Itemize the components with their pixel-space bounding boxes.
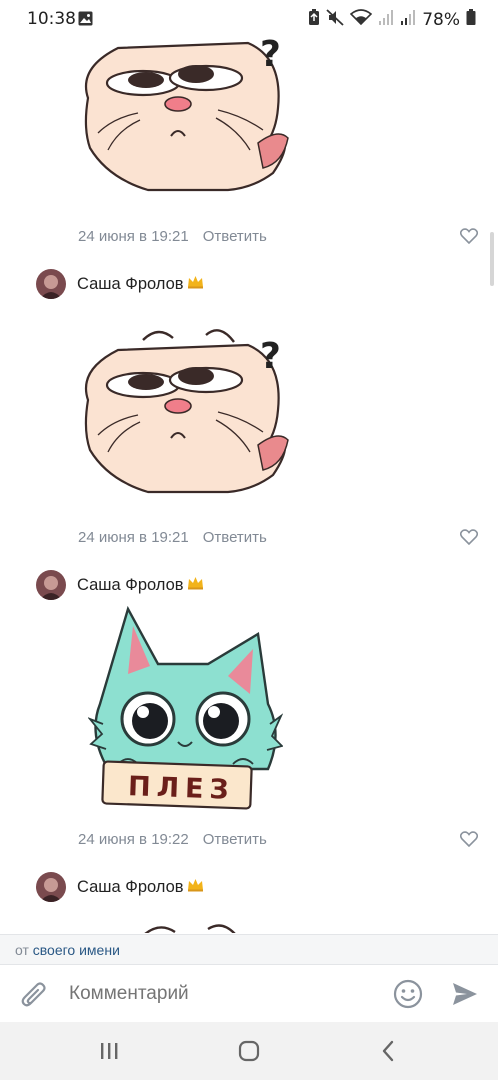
status-time: 10:38 bbox=[27, 9, 76, 29]
mute-icon bbox=[326, 9, 344, 31]
comment-meta: 24 июня в 19:22 Ответить bbox=[78, 831, 267, 848]
svg-text:?: ? bbox=[260, 336, 281, 377]
heart-icon[interactable] bbox=[460, 228, 478, 244]
author-name[interactable]: Саша Фролов bbox=[77, 275, 184, 294]
author-name[interactable]: Саша Фролов bbox=[77, 878, 184, 897]
reply-link[interactable]: Ответить bbox=[203, 831, 267, 848]
recent-apps-icon[interactable] bbox=[99, 1041, 119, 1061]
status-bar: 10:38 78% bbox=[0, 0, 498, 38]
post-as-link[interactable]: своего имени bbox=[33, 942, 120, 958]
paperclip-icon[interactable] bbox=[20, 980, 48, 1010]
comment-date: 24 июня в 19:22 bbox=[78, 831, 189, 848]
comment-author[interactable]: Саша Фролов bbox=[36, 269, 204, 299]
comment-author[interactable]: Саша Фролов bbox=[36, 872, 204, 902]
home-icon[interactable] bbox=[238, 1040, 260, 1062]
comment-date: 24 июня в 19:21 bbox=[78, 529, 189, 546]
system-nav-bar bbox=[0, 1022, 498, 1080]
post-as-bar[interactable]: от своего имени bbox=[0, 934, 498, 965]
heart-icon[interactable] bbox=[460, 831, 478, 847]
reply-link[interactable]: Ответить bbox=[203, 228, 267, 245]
post-as-prefix: от bbox=[15, 942, 29, 958]
comment-author[interactable]: Саша Фролов bbox=[36, 570, 204, 600]
comments-feed[interactable]: ? 24 июня в 19:21 Ответить Саша Фролов ?… bbox=[0, 38, 498, 933]
avatar[interactable] bbox=[36, 269, 66, 299]
crown-icon bbox=[187, 878, 204, 897]
battery-saver-icon bbox=[308, 9, 320, 31]
signal-1-icon bbox=[378, 9, 394, 31]
sticker-caption: ПЛЕЗ bbox=[127, 771, 236, 806]
signal-2-icon bbox=[400, 9, 416, 31]
comment-input[interactable] bbox=[69, 983, 369, 1005]
crown-icon bbox=[187, 576, 204, 595]
avatar[interactable] bbox=[36, 570, 66, 600]
reply-link[interactable]: Ответить bbox=[203, 529, 267, 546]
gallery-notification-icon bbox=[78, 11, 93, 31]
battery-icon bbox=[466, 9, 476, 31]
battery-percent: 78% bbox=[422, 10, 460, 30]
comment-date: 24 июня в 19:21 bbox=[78, 228, 189, 245]
send-icon[interactable] bbox=[451, 980, 479, 1008]
comment-composer bbox=[0, 964, 498, 1023]
confused-cat-sticker: ? bbox=[84, 38, 289, 192]
confused-cat-sticker: ? bbox=[84, 329, 289, 494]
author-name[interactable]: Саша Фролов bbox=[77, 576, 184, 595]
comment-meta: 24 июня в 19:21 Ответить bbox=[78, 529, 267, 546]
crown-icon bbox=[187, 275, 204, 294]
svg-text:?: ? bbox=[260, 38, 281, 75]
wifi-icon bbox=[350, 9, 373, 31]
heart-icon[interactable] bbox=[460, 529, 478, 545]
back-icon[interactable] bbox=[380, 1040, 396, 1062]
confused-cat-sticker bbox=[144, 924, 236, 933]
scrollbar[interactable] bbox=[490, 232, 494, 286]
avatar[interactable] bbox=[36, 872, 66, 902]
emoji-icon[interactable] bbox=[393, 979, 423, 1009]
comment-meta: 24 июня в 19:21 Ответить bbox=[78, 228, 267, 245]
